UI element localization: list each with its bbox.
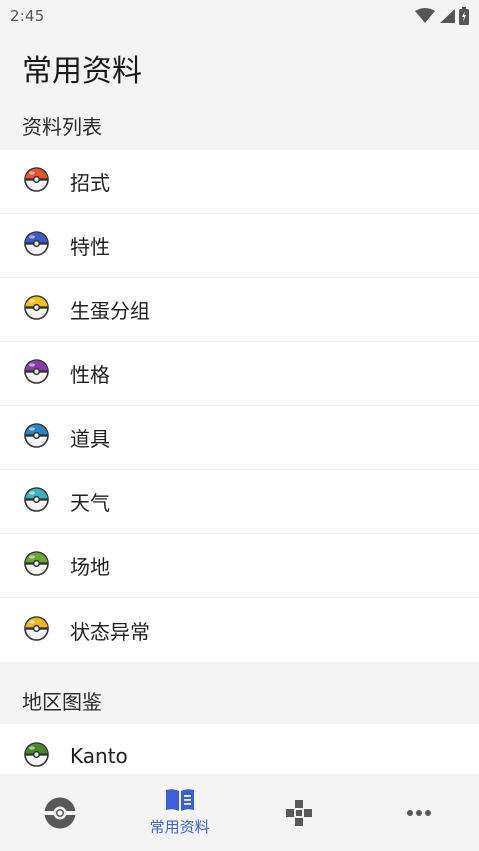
battery-icon bbox=[459, 7, 469, 25]
list-item-abilities[interactable]: 特性 bbox=[0, 214, 479, 278]
page-title: 常用资料 bbox=[22, 54, 142, 89]
nav-item-games[interactable] bbox=[240, 774, 360, 851]
ultra-ball-icon bbox=[24, 295, 49, 324]
status-time: 2:45 bbox=[10, 7, 45, 25]
section-header-data-list: 资料列表 bbox=[22, 115, 102, 139]
list-item-terrain[interactable]: 场地 bbox=[0, 534, 479, 598]
section-header-regional-dex: 地区图鉴 bbox=[22, 690, 102, 714]
nav-label-common-data: 常用资料 bbox=[149, 818, 210, 836]
gamepad-icon bbox=[286, 799, 313, 826]
great-ball-icon bbox=[24, 231, 49, 260]
list-item-label: 招式 bbox=[70, 171, 110, 195]
list-item-label: 道具 bbox=[70, 427, 110, 451]
regional-dex-list: Kanto bbox=[0, 724, 479, 774]
poke-ball-icon bbox=[24, 167, 49, 196]
list-item-moves[interactable]: 招式 bbox=[0, 150, 479, 214]
dive-ball-icon bbox=[24, 423, 49, 452]
list-item-egg-groups[interactable]: 生蛋分组 bbox=[0, 278, 479, 342]
net-ball-icon bbox=[24, 487, 49, 516]
data-list: 招式 特性 生蛋分组 性格 道具 天气 场地 状态异常 bbox=[0, 150, 479, 662]
nav-item-more[interactable] bbox=[359, 774, 479, 851]
friend-ball-icon bbox=[24, 551, 49, 580]
list-item-label: 天气 bbox=[70, 491, 110, 515]
list-item-items[interactable]: 道具 bbox=[0, 406, 479, 470]
status-bar: 2:45 bbox=[0, 0, 479, 32]
list-item-label: 性格 bbox=[70, 363, 110, 387]
master-ball-icon bbox=[24, 359, 49, 388]
list-item-label: 特性 bbox=[70, 235, 110, 259]
list-item-label: 生蛋分组 bbox=[70, 299, 150, 323]
list-item-status-conditions[interactable]: 状态异常 bbox=[0, 598, 479, 662]
signal-icon bbox=[440, 9, 455, 23]
safari-ball-icon bbox=[24, 741, 49, 771]
status-icons bbox=[415, 7, 469, 25]
more-dots-icon bbox=[407, 809, 432, 816]
bottom-nav: 常用资料 bbox=[0, 774, 479, 851]
list-item-label: 状态异常 bbox=[70, 619, 150, 644]
book-icon bbox=[165, 789, 194, 811]
list-item-kanto[interactable]: Kanto bbox=[0, 724, 479, 774]
list-item-label: 场地 bbox=[70, 555, 110, 579]
pokeball-outline-icon bbox=[43, 797, 76, 828]
list-item-weather[interactable]: 天气 bbox=[0, 470, 479, 534]
level-ball-icon bbox=[24, 615, 49, 645]
list-item-label: Kanto bbox=[70, 744, 128, 768]
wifi-icon bbox=[415, 8, 435, 23]
nav-item-common-data[interactable]: 常用资料 bbox=[120, 774, 240, 851]
list-item-natures[interactable]: 性格 bbox=[0, 342, 479, 406]
nav-item-pokeball[interactable] bbox=[0, 774, 120, 851]
